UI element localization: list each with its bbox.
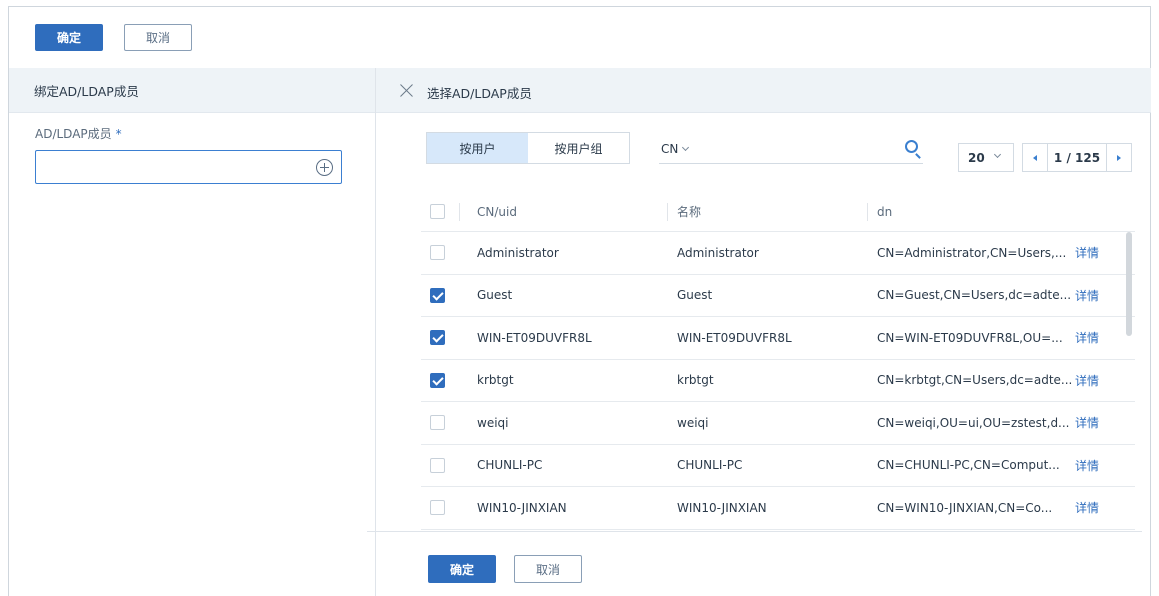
page-size-select[interactable]: 20 — [958, 143, 1014, 172]
cancel-button[interactable]: 取消 — [124, 24, 192, 51]
details-link[interactable]: 详情 — [1075, 275, 1099, 317]
row-checkbox[interactable] — [430, 500, 445, 516]
row-check-cell — [430, 487, 445, 529]
footer-divider — [367, 531, 1142, 532]
column-header-name: 名称 — [677, 205, 702, 219]
page-size-value: 20 — [968, 150, 985, 165]
row-check-cell — [430, 317, 445, 359]
plus-circle-icon[interactable] — [316, 159, 333, 176]
prev-page-button[interactable] — [1023, 144, 1047, 171]
cell-dn: CN=WIN-ET09DUVFR8L,OU=... — [877, 330, 1063, 345]
cell-uid: WIN10-JINXIAN — [477, 500, 567, 515]
left-panel-title: 绑定AD/LDAP成员 — [34, 83, 139, 99]
cell-name: WIN-ET09DUVFR8L — [677, 330, 792, 345]
table-row[interactable]: krbtgt krbtgt CN=krbtgt,CN=Users,dc=adte..… — [421, 360, 1135, 402]
search-bar[interactable]: CN — [659, 138, 923, 164]
search-field-label: CN — [661, 142, 679, 156]
cell-dn: CN=Guest,CN=Users,dc=adte... — [877, 288, 1072, 303]
left-panel-header: 绑定AD/LDAP成员 — [9, 68, 375, 113]
arrow-right-icon — [1117, 154, 1121, 161]
cell-dn: CN=krbtgt,CN=Users,dc=adte... — [877, 373, 1073, 388]
table-row[interactable]: Guest Guest CN=Guest,CN=Users,dc=adte... 详情 — [421, 275, 1135, 317]
table-row[interactable]: CHUNLI-PC CHUNLI-PC CN=CHUNLI-PC,CN=Comput… — [421, 445, 1135, 487]
row-checkbox[interactable] — [430, 245, 445, 261]
cell-dn: CN=WIN10-JINXIAN,CN=Co... — [877, 500, 1053, 515]
confirm-button[interactable]: 确定 — [35, 24, 103, 51]
cell-uid: WIN-ET09DUVFR8L — [477, 330, 592, 345]
details-link[interactable]: 详情 — [1075, 445, 1099, 487]
table-row[interactable]: weiqi weiqi CN=weiqi,OU=ui,OU=zstest,d... 详… — [421, 402, 1135, 445]
page-indicator: 1 / 125 — [1047, 144, 1107, 171]
search-icon[interactable] — [905, 140, 918, 153]
next-page-button[interactable] — [1107, 144, 1131, 171]
details-link[interactable]: 详情 — [1075, 232, 1099, 274]
table-row[interactable]: WIN-ET09DUVFR8L WIN-ET09DUVFR8L CN=WIN-ET0… — [421, 317, 1135, 360]
cell-name: krbtgt — [677, 373, 714, 388]
cell-name: Guest — [677, 288, 713, 303]
right-panel-title: 选择AD/LDAP成员 — [427, 86, 532, 101]
cell-name: Administrator — [677, 245, 759, 260]
cell-uid: Guest — [477, 288, 513, 303]
arrow-left-icon — [1033, 154, 1037, 161]
cell-uid: weiqi — [477, 415, 509, 430]
filter-tabs: 按用户 按用户组 — [426, 132, 630, 164]
row-check-cell — [430, 360, 445, 402]
chevron-down-icon — [993, 150, 1001, 159]
cell-dn: CN=CHUNLI-PC,CN=Comput... — [877, 458, 1060, 473]
table-header: CN/uid 名称 dn — [421, 192, 1135, 232]
cell-uid: Administrator — [477, 245, 559, 260]
cell-name: WIN10-JINXIAN — [677, 500, 767, 515]
column-separator — [867, 203, 868, 221]
column-separator — [459, 203, 460, 221]
row-check-cell — [430, 402, 445, 444]
select-all-cell — [430, 192, 445, 231]
cell-dn: CN=Administrator,CN=Users,... — [877, 245, 1067, 260]
footer-cancel-button[interactable]: 取消 — [514, 555, 582, 583]
row-checkbox[interactable] — [430, 287, 445, 303]
right-panel-header: 选择AD/LDAP成员 — [376, 68, 1151, 113]
details-link[interactable]: 详情 — [1075, 487, 1099, 529]
details-link[interactable]: 详情 — [1075, 360, 1099, 402]
panel-divider — [375, 68, 376, 596]
member-field-label-text: AD/LDAP成员 — [35, 127, 112, 141]
table-row[interactable]: WIN10-JINXIAN WIN10-JINXIAN CN=WIN10-JINXI… — [421, 487, 1135, 530]
column-header-dn: dn — [877, 204, 893, 219]
row-check-cell — [430, 275, 445, 317]
row-checkbox[interactable] — [430, 457, 445, 473]
row-checkbox[interactable] — [430, 330, 445, 346]
chevron-down-icon — [682, 143, 690, 152]
search-field-select[interactable]: CN — [661, 142, 690, 156]
cell-uid: CHUNLI-PC — [477, 458, 543, 473]
details-link[interactable]: 详情 — [1075, 402, 1099, 444]
tab-by-user-group[interactable]: 按用户组 — [528, 133, 629, 163]
cell-name: CHUNLI-PC — [677, 458, 743, 473]
cell-uid: krbtgt — [477, 373, 514, 388]
close-icon[interactable] — [400, 84, 413, 97]
select-all-checkbox[interactable] — [430, 204, 445, 219]
details-link[interactable]: 详情 — [1075, 317, 1099, 359]
row-check-cell — [430, 445, 445, 487]
tab-by-user[interactable]: 按用户 — [427, 133, 528, 163]
row-check-cell — [430, 232, 445, 274]
column-separator — [667, 203, 668, 221]
column-header-uid: CN/uid — [477, 204, 517, 219]
member-table: CN/uid 名称 dn Administrator Administrator C… — [421, 192, 1135, 530]
row-checkbox[interactable] — [430, 372, 445, 388]
footer-confirm-button[interactable]: 确定 — [428, 555, 496, 583]
table-scrollbar[interactable] — [1126, 232, 1132, 336]
required-mark: * — [115, 127, 122, 141]
pagination: 1 / 125 — [1022, 143, 1132, 172]
member-field-label: AD/LDAP成员 * — [35, 125, 122, 142]
row-checkbox[interactable] — [430, 415, 445, 431]
table-body: Administrator Administrator CN=Administrat… — [421, 232, 1135, 530]
table-row[interactable]: Administrator Administrator CN=Administrat… — [421, 232, 1135, 275]
member-input[interactable] — [35, 150, 342, 184]
cell-dn: CN=weiqi,OU=ui,OU=zstest,d... — [877, 415, 1070, 430]
cell-name: weiqi — [677, 415, 709, 430]
